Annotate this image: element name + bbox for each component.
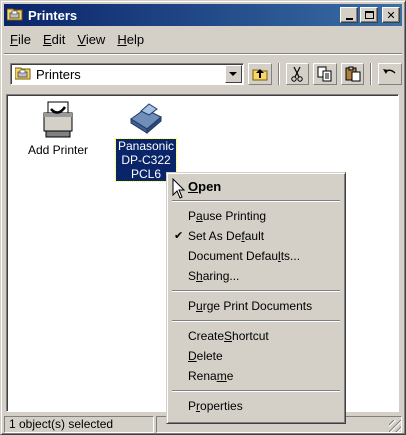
mi-post: elete	[196, 349, 223, 363]
mi-accel: O	[188, 178, 199, 194]
menu-view-label: iew	[85, 31, 106, 47]
minimize-button[interactable]	[340, 7, 358, 23]
add-printer-icon	[43, 101, 73, 138]
menu-help-label: elp	[126, 31, 145, 47]
mi-post: rge Print Documents	[202, 299, 313, 313]
menu-item-rename[interactable]: Rena m e	[170, 366, 342, 386]
menu-separator	[172, 390, 340, 392]
context-menu: Open Pa use Printing ✔ Set As De f ault Docu…	[166, 172, 346, 424]
mi-post: operties	[200, 399, 243, 413]
menu-view[interactable]: View	[71, 32, 111, 47]
up-folder-icon	[252, 69, 268, 81]
mi-post: ault	[244, 229, 265, 243]
menu-item-purge-print-documents[interactable]: Pu rge Print Documents	[170, 296, 342, 316]
maximize-button[interactable]	[360, 7, 378, 23]
copy-button[interactable]	[313, 63, 337, 85]
menu-separator	[172, 200, 340, 202]
menu-view-accel: V	[77, 31, 86, 47]
mi-post: hortcut	[232, 329, 269, 343]
menu-item-pause-printing[interactable]: Pa use Printing	[170, 206, 342, 226]
mi-accel: S	[224, 329, 233, 343]
title-bar[interactable]: Printers ✕	[4, 4, 402, 26]
menu-item-create-shortcut[interactable]: Create Shortcut	[170, 326, 342, 346]
undo-button[interactable]	[378, 63, 403, 85]
maximize-icon	[364, 11, 374, 19]
copy-icon	[317, 66, 332, 82]
close-icon: ✕	[386, 8, 396, 22]
status-text: 1 object(s) selected	[4, 415, 154, 433]
menu-item-delete[interactable]: Delete	[170, 346, 342, 366]
menu-separator	[172, 290, 340, 292]
toolbar-separator	[277, 63, 280, 85]
paste-icon	[345, 66, 361, 82]
mi-pre: P	[188, 399, 197, 413]
undo-icon	[383, 69, 396, 74]
mi-pre: Set As De	[188, 229, 242, 243]
add-printer-item[interactable]: Add Printer	[21, 101, 95, 157]
resize-grip[interactable]	[389, 420, 401, 432]
close-button[interactable]: ✕	[382, 7, 400, 23]
menu-item-set-as-default[interactable]: ✔ Set As De f ault	[170, 226, 342, 246]
menu-item-document-defaults[interactable]: Document Defau l ts...	[170, 246, 342, 266]
scissors-icon	[291, 66, 304, 82]
mi-accel: h	[196, 269, 203, 283]
mi-accel: D	[188, 349, 197, 363]
menu-edit-accel: E	[42, 31, 52, 47]
address-combo[interactable]: Printers	[10, 63, 244, 85]
toolbar-separator	[370, 63, 373, 85]
menu-help-accel: H	[117, 31, 127, 47]
printers-folder-icon	[14, 66, 31, 83]
mi-accel: a	[196, 209, 203, 223]
mi-accel: m	[216, 369, 227, 383]
menu-item-properties[interactable]: Pr operties	[170, 396, 342, 416]
menu-item-open[interactable]: Open	[170, 176, 342, 196]
menu-divider	[4, 53, 402, 55]
menu-edit-label: dit	[51, 31, 66, 47]
mi-pre: S	[188, 269, 197, 283]
mouse-pointer-icon	[172, 178, 186, 199]
window-title: Printers	[28, 7, 78, 23]
mi-post: e	[226, 369, 234, 383]
printer-name-line2: DP-C322	[121, 153, 171, 167]
paste-button[interactable]	[340, 63, 365, 85]
mi-pre: P	[188, 299, 197, 313]
mi-post: ts...	[280, 249, 301, 263]
address-value: Printers	[36, 66, 81, 82]
menu-help[interactable]: Help	[111, 32, 150, 47]
chevron-down-icon	[229, 72, 238, 76]
printers-folder-icon	[6, 7, 23, 24]
minimize-icon	[345, 17, 353, 20]
printer-name-line1: Panasonic	[117, 139, 175, 153]
menu-file[interactable]: File	[4, 32, 37, 47]
menu-separator	[172, 320, 340, 322]
mi-post: aring...	[202, 269, 240, 283]
network-printer-icon	[130, 103, 162, 135]
menu-bar: File Edit View Help	[4, 29, 402, 49]
menu-item-sharing[interactable]: Sh aring...	[170, 266, 342, 286]
cut-button[interactable]	[285, 63, 310, 85]
panasonic-printer-item[interactable]: Panasonic DP-C322 PCL6	[109, 101, 183, 182]
menu-file-label: ile	[17, 31, 31, 47]
menu-file-accel: F	[10, 31, 18, 47]
checkmark-icon: ✔	[174, 229, 184, 242]
mi-pre: Rena	[188, 369, 217, 383]
mi-post: pen	[198, 178, 222, 194]
mi-pre: Create	[188, 329, 225, 343]
mi-pre: P	[188, 209, 197, 223]
mi-post: use Printing	[202, 209, 267, 223]
menu-edit[interactable]: Edit	[37, 32, 71, 47]
up-one-level-button[interactable]	[247, 63, 272, 85]
toolbar: Printers	[4, 59, 403, 89]
mi-pre: Document Defau	[188, 249, 279, 263]
printer-name-line3: PCL6	[130, 167, 161, 181]
add-printer-label: Add Printer	[27, 143, 89, 157]
address-dropdown-button[interactable]	[224, 65, 242, 83]
mi-accel: u	[196, 299, 203, 313]
